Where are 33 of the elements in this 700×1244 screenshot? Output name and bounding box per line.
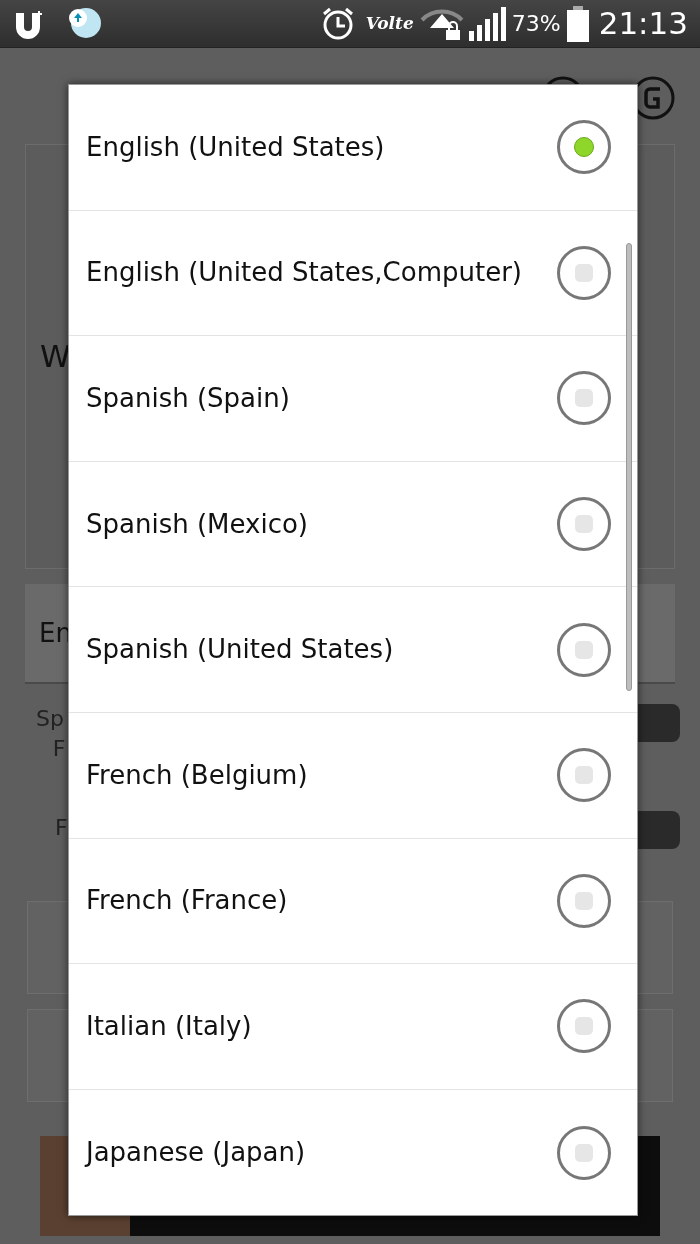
radio-button[interactable] bbox=[557, 245, 611, 300]
language-option[interactable]: French (France) bbox=[69, 838, 637, 965]
signal-icon bbox=[467, 6, 506, 41]
language-label: French (France) bbox=[86, 884, 289, 918]
speed-label: Sp bbox=[36, 705, 64, 733]
radio-button[interactable] bbox=[557, 1125, 611, 1180]
speed-label-line: F bbox=[51, 735, 66, 763]
language-option[interactable]: Italian (Italy) bbox=[69, 964, 637, 1090]
language-option[interactable]: Japanese (Japan) bbox=[69, 1089, 637, 1216]
clock-time: 21:13 bbox=[598, 4, 688, 44]
language-label: English (United States) bbox=[86, 130, 386, 164]
language-label: Japanese (Japan) bbox=[86, 1136, 307, 1170]
radio-button[interactable] bbox=[557, 999, 611, 1054]
network-type-label: Volte bbox=[365, 11, 414, 35]
radio-button[interactable] bbox=[557, 873, 611, 928]
upload-bubble-icon bbox=[66, 6, 104, 41]
battery-percent: 73% bbox=[511, 10, 561, 38]
radio-button[interactable] bbox=[557, 497, 611, 552]
radio-button[interactable] bbox=[557, 622, 611, 677]
language-label: Spanish (Spain) bbox=[86, 382, 291, 415]
radio-button[interactable] bbox=[557, 371, 611, 426]
language-option[interactable]: French (Belgium) bbox=[69, 712, 637, 839]
language-label: Spanish (United States) bbox=[86, 633, 395, 667]
language-label: English (United States,Computer) bbox=[86, 256, 523, 290]
language-label: French (Belgium) bbox=[86, 758, 309, 792]
pitch-label: F bbox=[54, 814, 68, 842]
panel-text: W bbox=[40, 337, 71, 377]
battery-icon bbox=[566, 5, 589, 42]
radio-button[interactable] bbox=[557, 748, 611, 803]
language-label: Spanish (Mexico) bbox=[86, 507, 309, 541]
language-label: Italian (Italy) bbox=[86, 1009, 253, 1043]
language-option[interactable]: English (United States) bbox=[69, 85, 637, 211]
radio-button[interactable] bbox=[557, 120, 611, 175]
